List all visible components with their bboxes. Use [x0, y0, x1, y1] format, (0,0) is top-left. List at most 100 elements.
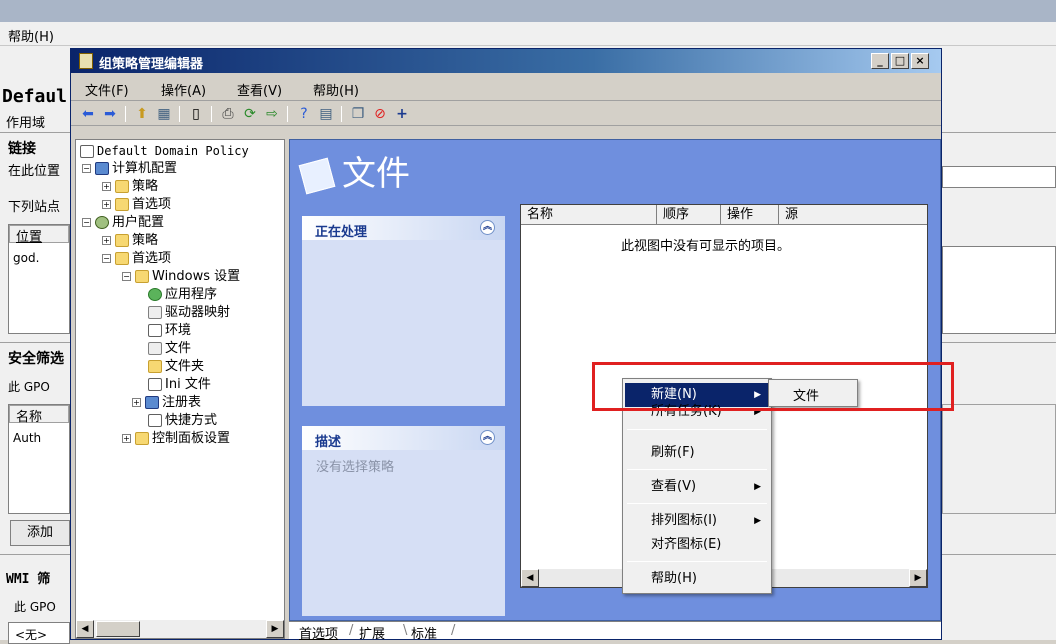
tree-computer-policies[interactable]: + 策略: [102, 178, 158, 196]
menu-separator: [627, 503, 767, 504]
forward-icon[interactable]: ➡: [101, 105, 119, 123]
maximize-button[interactable]: □: [891, 53, 909, 69]
column-source[interactable]: 源: [779, 205, 927, 225]
background-menubar: 帮助(H): [0, 22, 1056, 46]
folder-icon: [115, 198, 129, 211]
control-panel-icon: [135, 432, 149, 445]
collapse-chevron-icon[interactable]: ︽: [480, 220, 495, 235]
menu-item-label: 刷新(F): [651, 445, 695, 460]
folder-icon: [115, 234, 129, 247]
gp-editor-window: 组策略管理编辑器 _ □ × 文件(F) 操作(A) 查看(V) 帮助(H) ⬅…: [70, 48, 942, 642]
collapse-icon[interactable]: −: [82, 218, 91, 227]
location-column-header[interactable]: 位置: [9, 225, 69, 245]
back-icon[interactable]: ⬅: [79, 105, 97, 123]
view-tabs: 首选项 / 扩展 \ 标准 /: [289, 621, 941, 642]
pane-title: 文件: [298, 146, 410, 195]
collapse-icon[interactable]: −: [82, 164, 91, 173]
scroll-right-icon[interactable]: ▶: [909, 569, 927, 587]
background-menu-help[interactable]: 帮助(H): [8, 26, 54, 45]
menu-help[interactable]: 帮助(H): [313, 80, 359, 99]
tree-files[interactable]: 文件: [148, 340, 191, 358]
background-scope-tab[interactable]: 作用域: [6, 112, 45, 131]
description-text: 没有选择策略: [316, 460, 395, 475]
tree-user-config[interactable]: − 用户配置: [82, 214, 164, 232]
print-icon[interactable]: ⎙: [219, 105, 237, 123]
submenu-arrow-icon: ▶: [754, 516, 761, 526]
description-header[interactable]: 描述 ︽: [302, 426, 505, 450]
menu-view[interactable]: 查看(V): [237, 80, 282, 99]
links-heading: 链接: [8, 141, 36, 157]
collapse-icon[interactable]: −: [122, 272, 131, 281]
processing-header[interactable]: 正在处理 ︽: [302, 216, 505, 240]
tree-applications[interactable]: 应用程序: [148, 286, 217, 304]
expand-icon[interactable]: +: [102, 236, 111, 245]
export-icon[interactable]: ⇨: [263, 105, 281, 123]
background-titlebar: [0, 0, 1056, 22]
wmi-filter-select[interactable]: <无>: [8, 622, 70, 644]
tree-control-panel[interactable]: + 控制面板设置: [122, 430, 230, 448]
scrollbar-thumb[interactable]: [96, 621, 140, 637]
tab-separator: \: [403, 623, 408, 638]
tree-horizontal-scrollbar[interactable]: ◀ ▶: [76, 620, 284, 638]
tree-ini-files[interactable]: Ini 文件: [148, 376, 211, 394]
delete-icon[interactable]: ⊘: [371, 105, 389, 123]
tree-root-label: Default Domain Policy: [97, 144, 249, 158]
menu-item-view[interactable]: 查看(V) ▶: [625, 475, 769, 499]
tree-label: 文件夹: [165, 359, 205, 374]
copy-icon[interactable]: ▯: [187, 105, 205, 123]
tree-registry[interactable]: + 注册表: [132, 394, 201, 412]
tree-root[interactable]: Default Domain Policy: [80, 142, 249, 160]
column-order[interactable]: 顺序: [657, 205, 721, 225]
tab-separator: /: [451, 623, 456, 638]
link-item[interactable]: god.: [13, 251, 39, 265]
tree-computer-preferences[interactable]: + 首选项: [102, 196, 171, 214]
properties-icon[interactable]: ❐: [349, 105, 367, 123]
refresh-icon[interactable]: ⟳: [241, 105, 259, 123]
close-button[interactable]: ×: [911, 53, 929, 69]
menu-item-arrange-icons[interactable]: 排列图标(I) ▶: [625, 509, 769, 533]
name-column-header[interactable]: 名称: [9, 405, 69, 425]
tree-drive-maps[interactable]: 驱动器映射: [148, 304, 230, 322]
help-icon[interactable]: ?: [295, 105, 313, 123]
menu-file[interactable]: 文件(F): [85, 80, 129, 99]
tree-label: 控制面板设置: [152, 431, 231, 446]
tab-preferences[interactable]: 首选项: [299, 623, 338, 642]
column-action[interactable]: 操作: [721, 205, 779, 225]
tree-windows-settings[interactable]: − Windows 设置: [122, 268, 240, 286]
menu-item-help[interactable]: 帮助(H): [625, 567, 769, 591]
collapse-chevron-icon[interactable]: ︽: [480, 430, 495, 445]
tree-user-policies[interactable]: + 策略: [102, 232, 158, 250]
show-pane-icon[interactable]: ▤: [317, 105, 335, 123]
menu-item-refresh[interactable]: 刷新(F): [625, 441, 769, 465]
up-folder-icon[interactable]: ⬆: [133, 105, 151, 123]
expand-icon[interactable]: +: [122, 434, 131, 443]
minimize-button[interactable]: _: [871, 53, 889, 69]
collapse-icon[interactable]: −: [102, 254, 111, 263]
auth-users-item[interactable]: Auth: [13, 431, 41, 445]
toolbar-separator: [125, 106, 126, 122]
scroll-left-icon[interactable]: ◀: [521, 569, 539, 587]
show-tree-icon[interactable]: ▦: [155, 105, 173, 123]
window-titlebar[interactable]: 组策略管理编辑器 _ □ ×: [71, 49, 941, 73]
add-icon[interactable]: +: [393, 105, 411, 123]
menu-action[interactable]: 操作(A): [161, 80, 206, 99]
tab-standard[interactable]: 标准: [411, 623, 437, 642]
scroll-right-icon[interactable]: ▶: [266, 620, 284, 638]
expand-icon[interactable]: +: [132, 398, 141, 407]
tree-environment[interactable]: 环境: [148, 322, 191, 340]
empty-list-message: 此视图中没有可显示的项目。: [621, 239, 791, 254]
tree-user-preferences[interactable]: − 首选项: [102, 250, 171, 268]
tree-computer-config[interactable]: − 计算机配置: [82, 160, 177, 178]
description-header-label: 描述: [315, 435, 342, 450]
tree-folders[interactable]: 文件夹: [148, 358, 204, 376]
menu-item-label: 对齐图标(E): [651, 537, 722, 552]
add-button[interactable]: 添加: [10, 520, 70, 546]
scroll-left-icon[interactable]: ◀: [76, 620, 94, 638]
folder-icon: [115, 252, 129, 265]
tree-shortcuts[interactable]: 快捷方式: [148, 412, 217, 430]
column-name[interactable]: 名称: [521, 205, 657, 225]
tab-extended[interactable]: 扩展: [359, 623, 385, 642]
menu-item-line-up-icons[interactable]: 对齐图标(E): [625, 533, 769, 557]
expand-icon[interactable]: +: [102, 182, 111, 191]
expand-icon[interactable]: +: [102, 200, 111, 209]
